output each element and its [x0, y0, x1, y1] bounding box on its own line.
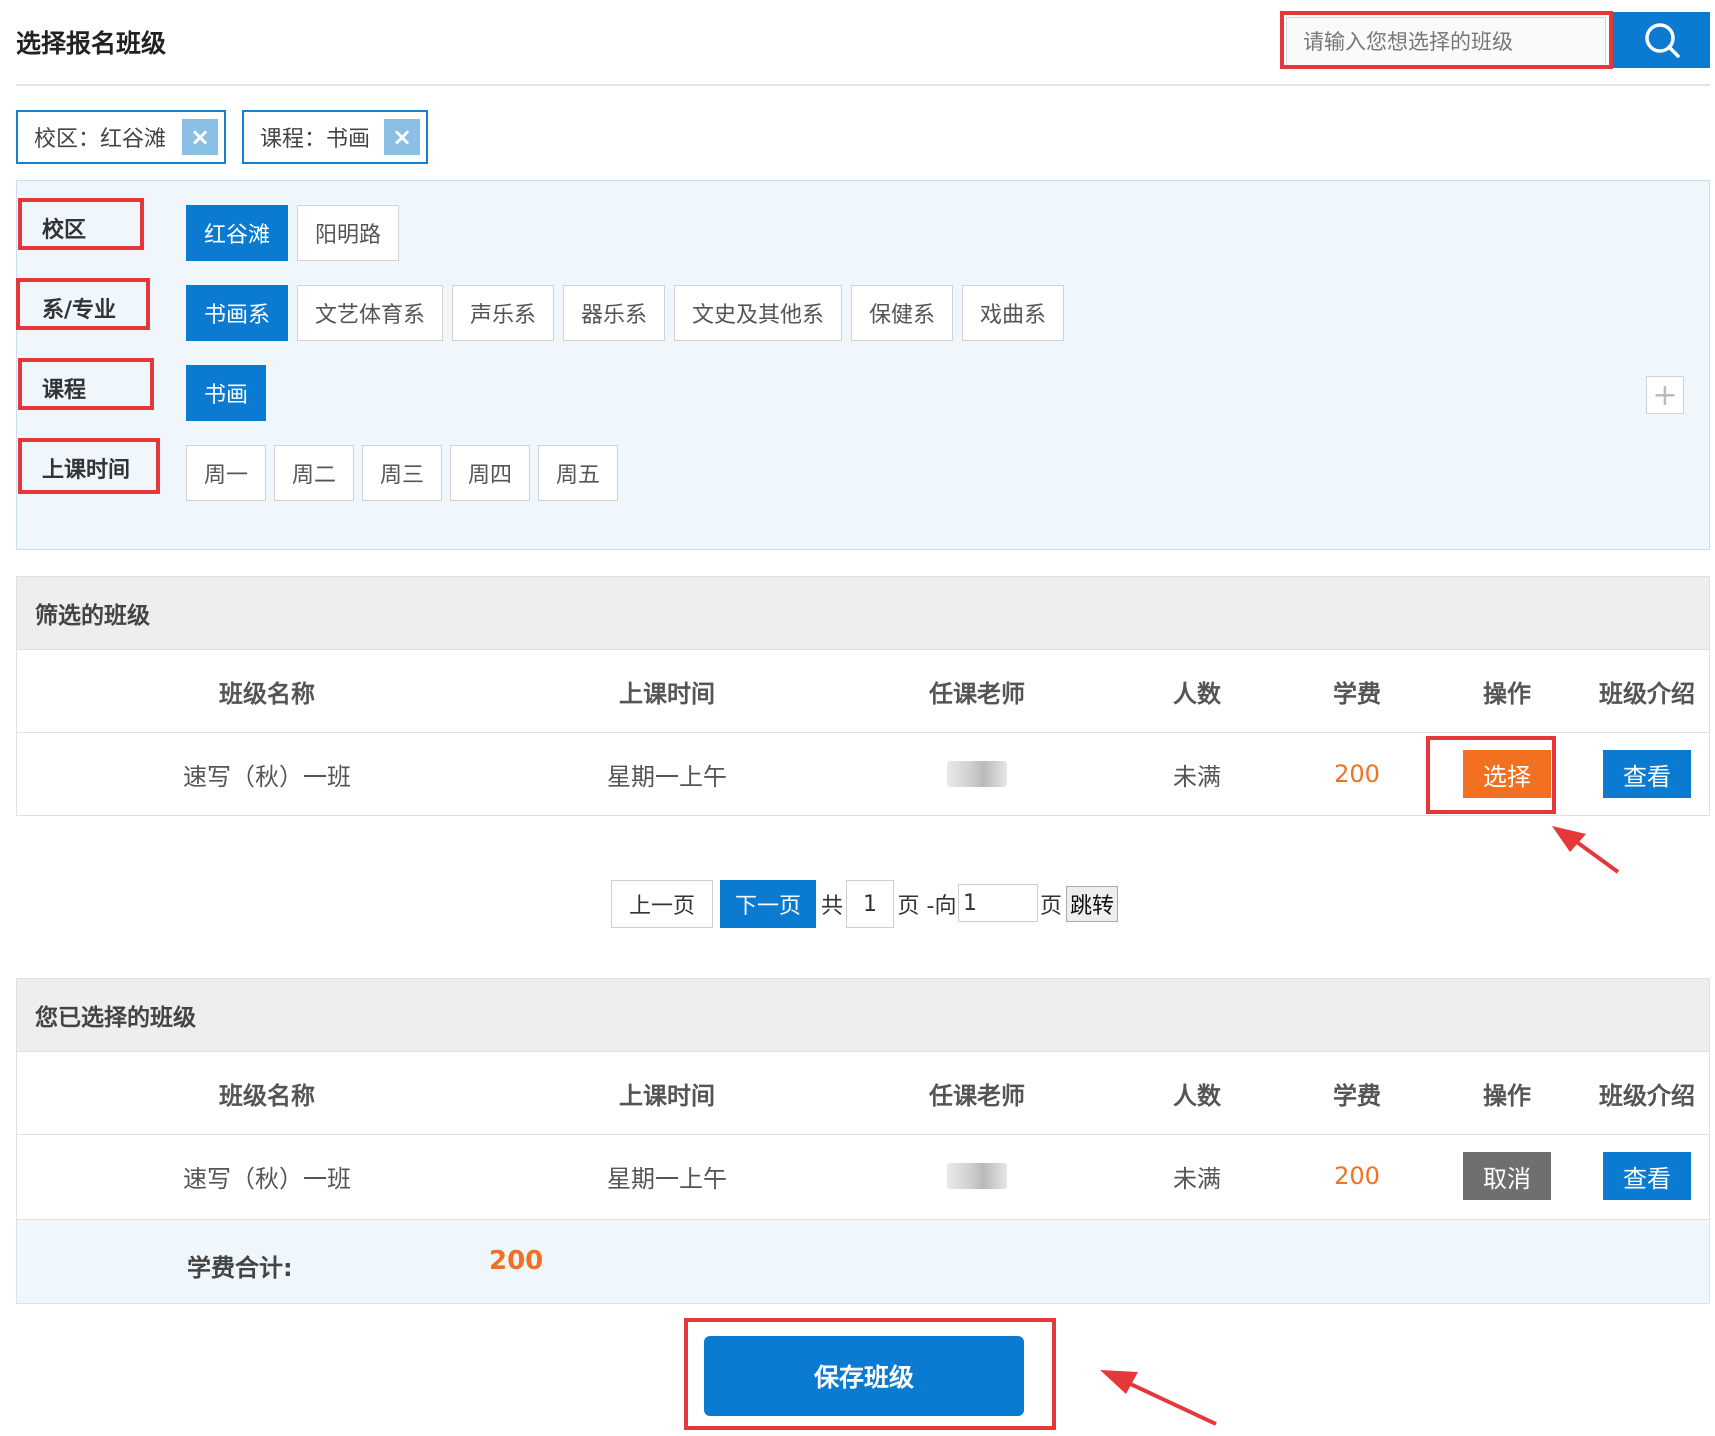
annotation-arrows: [1100, 826, 1620, 1426]
arrow-to-save-icon: [1100, 1370, 1217, 1426]
arrow-to-select-icon: [1552, 826, 1620, 874]
